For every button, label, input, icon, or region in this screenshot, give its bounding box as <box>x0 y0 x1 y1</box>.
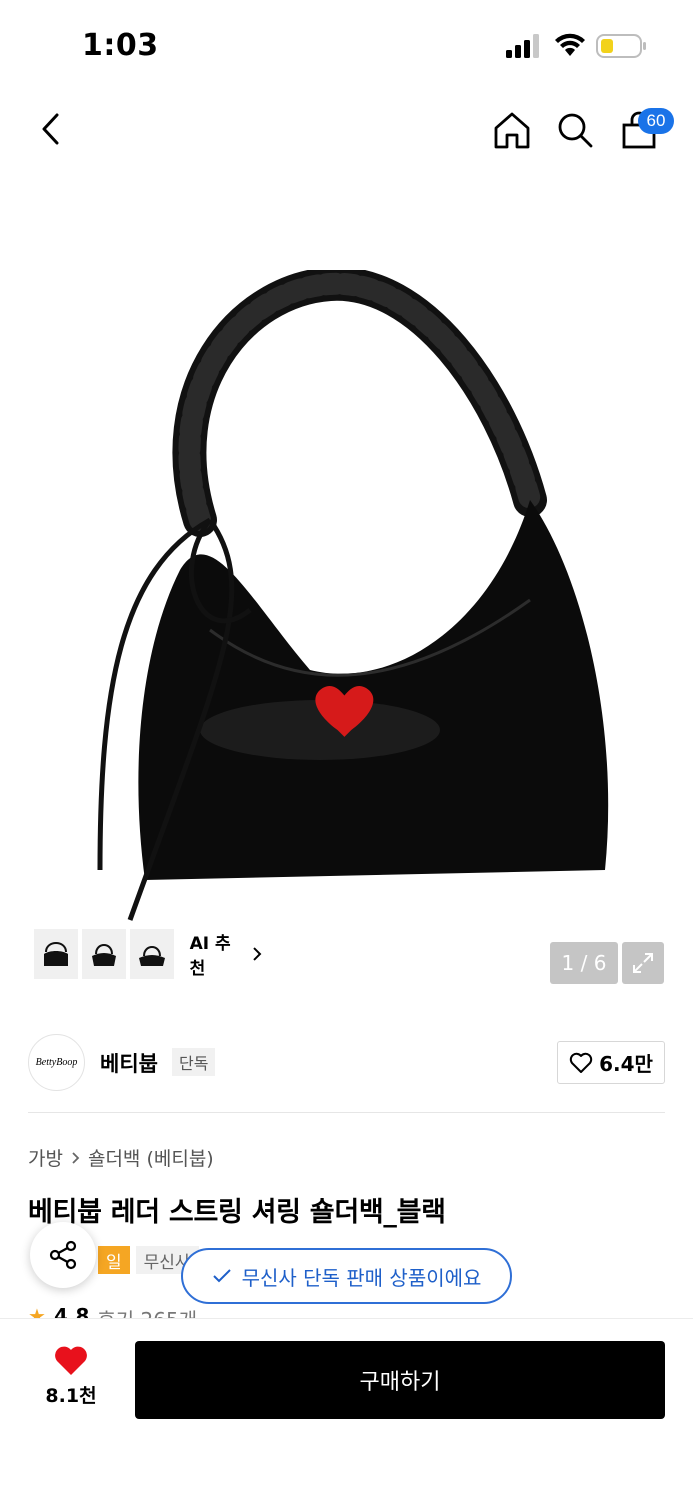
back-button[interactable] <box>26 104 76 154</box>
bag-thumbnail-icon <box>138 946 165 966</box>
breadcrumb-item-subcategory[interactable]: 숄더백 (베티붑) <box>88 1144 214 1171</box>
status-bar: 1:03 <box>0 0 693 90</box>
wifi-icon <box>555 33 585 56</box>
brand-logo-text: BettyBoop <box>35 1057 78 1068</box>
buy-button[interactable]: 구매하기 <box>135 1341 665 1419</box>
bag-thumbnail-icon <box>43 942 68 966</box>
brand-logo[interactable]: BettyBoop <box>28 1034 85 1091</box>
thumbnail-2[interactable] <box>81 929 126 979</box>
thumbnail-1[interactable] <box>34 929 78 979</box>
expand-icon <box>633 953 653 973</box>
check-icon <box>212 1269 231 1283</box>
exclusive-tag: 단독 <box>172 1048 216 1076</box>
battery-icon <box>596 34 646 58</box>
divider <box>28 1112 665 1113</box>
back-icon <box>42 113 59 145</box>
expand-button[interactable] <box>622 942 664 984</box>
product-image[interactable] <box>60 270 640 930</box>
chevron-right-icon <box>253 947 262 961</box>
brand-row: BettyBoop 베티붑 단독 6.4만 <box>28 1034 665 1092</box>
home-button[interactable] <box>487 105 537 155</box>
wishlist-button[interactable]: 8.1천 <box>38 1345 104 1415</box>
bottom-action-bar: 8.1천 구매하기 <box>0 1318 693 1500</box>
thumbnail-3[interactable] <box>129 929 174 979</box>
chevron-right-icon <box>72 1151 80 1164</box>
toast-message: 무신사 단독 판매 상품이에요 <box>241 1265 482 1290</box>
product-title: 베티붑 레더 스트링 셔링 숄더백_블랙 <box>28 1197 446 1228</box>
promo-tag: 일 <box>98 1246 130 1274</box>
wishlist-count: 8.1천 <box>45 1385 97 1407</box>
brand-name[interactable]: 베티붑 <box>100 1048 158 1078</box>
home-icon <box>494 112 530 149</box>
share-icon <box>49 1240 77 1270</box>
top-navigation <box>0 96 693 166</box>
brand-like-count: 6.4만 <box>599 1052 653 1076</box>
search-button[interactable] <box>550 105 600 155</box>
bag-thumbnail-icon <box>91 944 116 966</box>
ai-recommend-label: AI 추천 <box>189 934 231 979</box>
exclusive-sale-toast: 무신사 단독 판매 상품이에요 <box>181 1248 512 1304</box>
status-time: 1:03 <box>82 28 159 63</box>
thumbnail-strip: AI 추천 <box>28 924 268 984</box>
ai-recommend-button[interactable]: AI 추천 <box>190 929 262 979</box>
search-icon <box>558 113 593 148</box>
cart-count-badge: 60 <box>638 108 674 134</box>
heart-filled-icon <box>55 1346 87 1375</box>
image-counter: 1 / 6 <box>550 942 618 984</box>
share-button[interactable] <box>30 1222 96 1288</box>
breadcrumb-item-category[interactable]: 가방 <box>28 1144 63 1171</box>
brand-like-button[interactable]: 6.4만 <box>557 1041 665 1084</box>
heart-outline-icon <box>569 1052 593 1073</box>
cellular-signal-icon <box>506 34 539 58</box>
breadcrumb: 가방 숄더백 (베티붑) <box>28 1144 214 1171</box>
